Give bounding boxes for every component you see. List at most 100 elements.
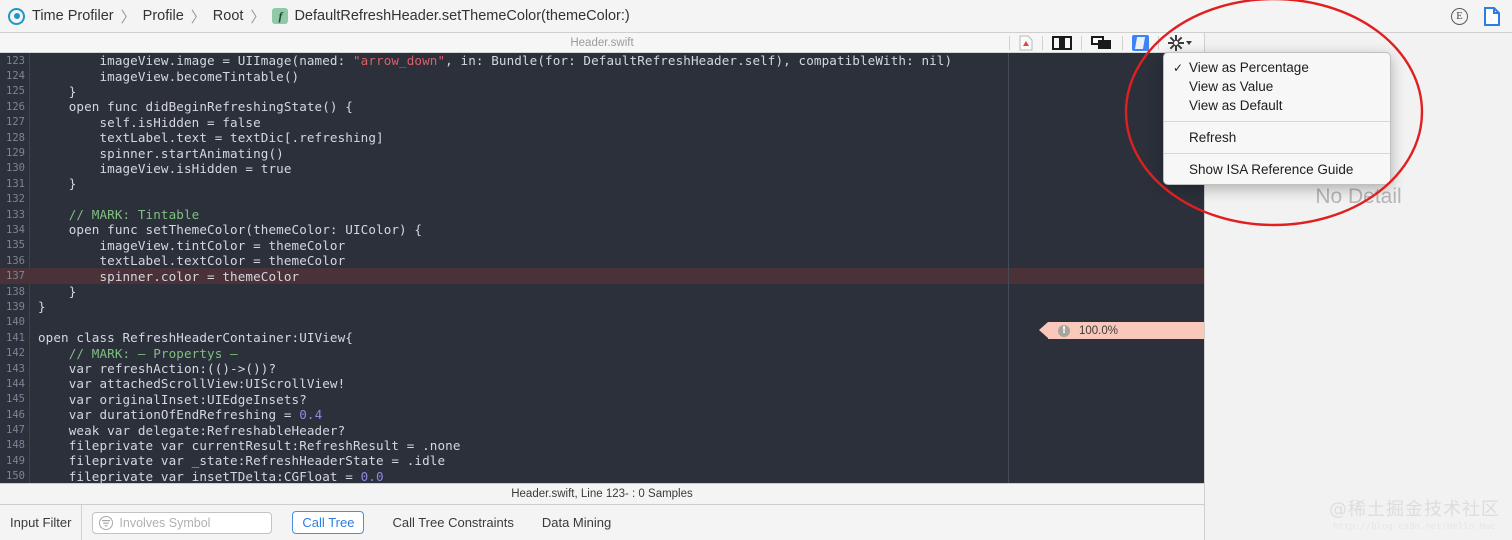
line-number: 142 (6, 347, 25, 360)
code-line[interactable]: 147 weak var delegate:RefreshableHeader? (0, 422, 1204, 438)
code-text: } (38, 176, 77, 192)
code-line[interactable]: 131 } (0, 176, 1204, 191)
menu-item-refresh[interactable]: Refresh (1164, 128, 1390, 147)
code-line[interactable]: 141 open class RefreshHeaderContainer:UIV… (0, 330, 1204, 345)
function-icon: f (272, 8, 289, 24)
line-number: 145 (6, 393, 25, 406)
line-number: 148 (6, 439, 25, 452)
watermark-text: @稀土掘金技术社区 (1329, 499, 1500, 520)
toolbar-divider (1122, 36, 1123, 50)
code-text: spinner.startAnimating() (38, 145, 284, 161)
breadcrumb-label: Time Profiler (32, 8, 114, 24)
code-line[interactable]: 125 } (0, 84, 1204, 99)
line-number: 149 (6, 454, 25, 467)
editor-options-icon[interactable]: E (1451, 8, 1468, 25)
code-line[interactable]: 134 open func setThemeColor(themeColor: … (0, 222, 1204, 237)
menu-item-view-as-default[interactable]: View as Default (1164, 96, 1390, 115)
code-line[interactable]: 143 var refreshAction:(()->())? (0, 361, 1204, 376)
tab-call-tree[interactable]: Call Tree (292, 511, 365, 534)
filter-divider (81, 505, 83, 540)
code-line[interactable]: 127 self.isHidden = false (0, 115, 1204, 130)
code-line[interactable]: 139} (0, 299, 1204, 314)
gear-dropdown-menu[interactable]: ✓ View as Percentage View as Value View … (1163, 52, 1391, 185)
toolbar-divider (1081, 36, 1082, 50)
search-input[interactable] (119, 515, 266, 530)
code-text: var durationOfEndRefreshing = 0.4 (38, 407, 323, 423)
code-line[interactable]: 136 textLabel.textColor = themeColor (0, 253, 1204, 268)
line-number: 138 (6, 285, 25, 298)
menu-item-label: View as Value (1189, 79, 1274, 94)
related-items-icon[interactable] (1019, 35, 1033, 51)
line-number: 133 (6, 208, 25, 221)
code-text: fileprivate var _state:RefreshHeaderStat… (38, 453, 446, 469)
code-line[interactable]: 124 imageView.becomeTintable() (0, 68, 1204, 84)
code-line[interactable]: 150 fileprivate var insetTDelta:CGFloat … (0, 469, 1204, 483)
code-line[interactable]: 144 var attachedScrollView:UIScrollView! (0, 376, 1204, 391)
code-line[interactable]: 135 imageView.tintColor = themeColor (0, 238, 1204, 253)
code-text: } (38, 284, 77, 300)
watermark-url: http://blog.csdn.net/Hello_Hwc (1333, 522, 1496, 532)
tab-call-tree-constraints[interactable]: Call Tree Constraints (392, 515, 513, 530)
editor-filename: Header.swift (570, 36, 634, 49)
code-line[interactable]: 145 var originalInset:UIEdgeInsets? (0, 392, 1204, 407)
menu-item-label: Show ISA Reference Guide (1189, 162, 1354, 177)
check-icon: ✓ (1173, 60, 1184, 75)
code-text: // MARK: — Propertys — (38, 345, 238, 361)
line-number: 147 (6, 424, 25, 437)
code-line[interactable]: 130 imageView.isHidden = true (0, 161, 1204, 176)
code-text: imageView.tintColor = themeColor (38, 237, 346, 253)
code-line[interactable]: 146 var durationOfEndRefreshing = 0.4 (0, 407, 1204, 422)
line-number: 143 (6, 362, 25, 375)
document-icon[interactable] (1484, 7, 1500, 26)
code-text: // MARK: Tintable (38, 207, 200, 223)
menu-item-view-as-value[interactable]: View as Value (1164, 77, 1390, 96)
editor-vertical-divider (1008, 53, 1009, 483)
funnel-icon (99, 515, 114, 530)
code-text: } (38, 299, 46, 315)
line-number: 135 (6, 239, 25, 252)
code-line[interactable]: 132 (0, 192, 1204, 207)
breadcrumb-item-root[interactable]: Root (213, 8, 244, 24)
code-text: open func didBeginRefreshingState() { (38, 99, 353, 115)
breadcrumb-item-time-profiler[interactable]: Time Profiler (8, 7, 114, 25)
code-text: imageView.isHidden = true (38, 160, 292, 176)
chevron-down-icon (1186, 41, 1192, 45)
line-number: 146 (6, 408, 25, 421)
line-number: 140 (6, 316, 25, 329)
symbol-filter-container[interactable] (92, 511, 273, 534)
assistant-editor-icon[interactable] (1091, 35, 1113, 51)
instruments-window: Time Profiler 〉 Profile 〉 Root 〉 f Defau… (0, 0, 1512, 540)
standard-editor-icon[interactable] (1052, 36, 1072, 50)
code-line[interactable]: 133 // MARK: Tintable (0, 207, 1204, 222)
watermark: @稀土掘金技术社区 http://blog.csdn.net/Hello_Hwc (1329, 495, 1500, 532)
code-text: } (38, 83, 77, 99)
gear-menu-icon[interactable] (1168, 35, 1192, 51)
menu-item-show-isa-reference-guide[interactable]: Show ISA Reference Guide (1164, 160, 1390, 179)
breadcrumb-label: DefaultRefreshHeader.setThemeColor(theme… (294, 8, 630, 24)
toolbar-divider (1158, 36, 1159, 50)
breadcrumb-item-profile[interactable]: Profile (143, 8, 184, 24)
code-line[interactable]: 148 fileprivate var currentResult:Refres… (0, 438, 1204, 453)
breadcrumb-separator: 〉 (250, 7, 266, 26)
line-number: 150 (6, 470, 25, 483)
code-line[interactable]: 126 open func didBeginRefreshingState() … (0, 99, 1204, 114)
code-line[interactable]: 129 spinner.startAnimating() (0, 145, 1204, 161)
code-line[interactable]: 140 (0, 315, 1204, 330)
code-text: imageView.image = UIImage(named: "arrow_… (38, 53, 953, 69)
line-number: 123 (6, 54, 25, 67)
line-number: 129 (6, 147, 25, 160)
filter-bar: Input Filter Call Tree Call Tree Constra… (0, 505, 1204, 540)
code-line[interactable]: 138 } (0, 284, 1204, 299)
code-line[interactable]: 149 fileprivate var _state:RefreshHeader… (0, 453, 1204, 468)
breadcrumb-item-function[interactable]: f DefaultRefreshHeader.setThemeColor(the… (272, 8, 630, 24)
code-line[interactable]: 142 // MARK: — Propertys — (0, 345, 1204, 361)
code-editor[interactable]: 123 imageView.image = UIImage(named: "ar… (0, 53, 1204, 483)
version-editor-icon[interactable] (1132, 35, 1149, 51)
menu-item-view-as-percentage[interactable]: ✓ View as Percentage (1164, 58, 1390, 77)
code-text: var originalInset:UIEdgeInsets? (38, 391, 307, 407)
code-line[interactable]: 123 imageView.image = UIImage(named: "ar… (0, 53, 1204, 68)
line-number: 125 (6, 85, 25, 98)
tab-data-mining[interactable]: Data Mining (542, 515, 611, 530)
code-line[interactable]: 137 spinner.color = themeColor (0, 268, 1204, 284)
code-line[interactable]: 128 textLabel.text = textDic[.refreshing… (0, 130, 1204, 145)
